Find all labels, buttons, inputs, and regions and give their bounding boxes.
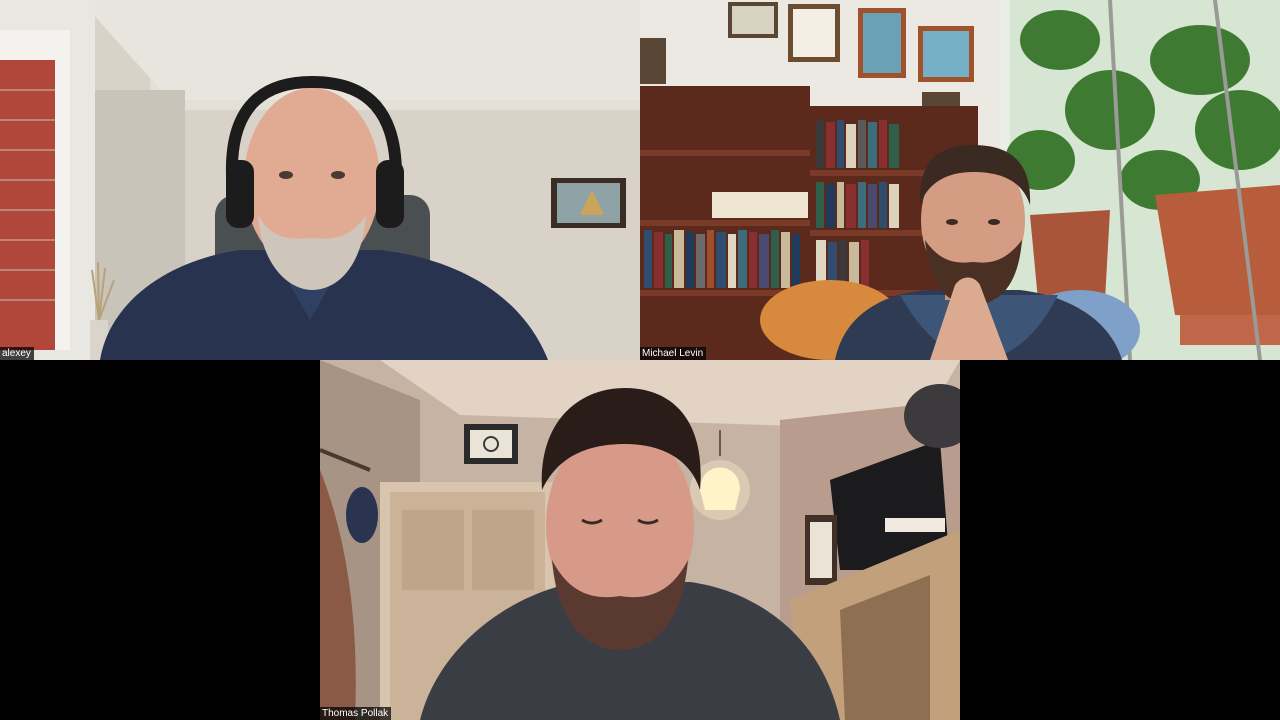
participant-video-michael-levin xyxy=(640,0,1280,360)
participant-tile-alexey[interactable]: alexey xyxy=(0,0,640,360)
participant-video-thomas-pollak xyxy=(320,360,960,720)
participant-name-label: alexey xyxy=(0,347,34,360)
participant-name-label: Michael Levin xyxy=(640,347,707,360)
video-call-grid: alexey Michael Levin Thomas Pollak xyxy=(0,0,1280,720)
participant-video-alexey xyxy=(0,0,640,360)
participant-tile-michael-levin[interactable]: Michael Levin xyxy=(640,0,1280,360)
participant-name-label: Thomas Pollak xyxy=(320,707,392,720)
participant-tile-thomas-pollak[interactable]: Thomas Pollak xyxy=(320,360,960,720)
